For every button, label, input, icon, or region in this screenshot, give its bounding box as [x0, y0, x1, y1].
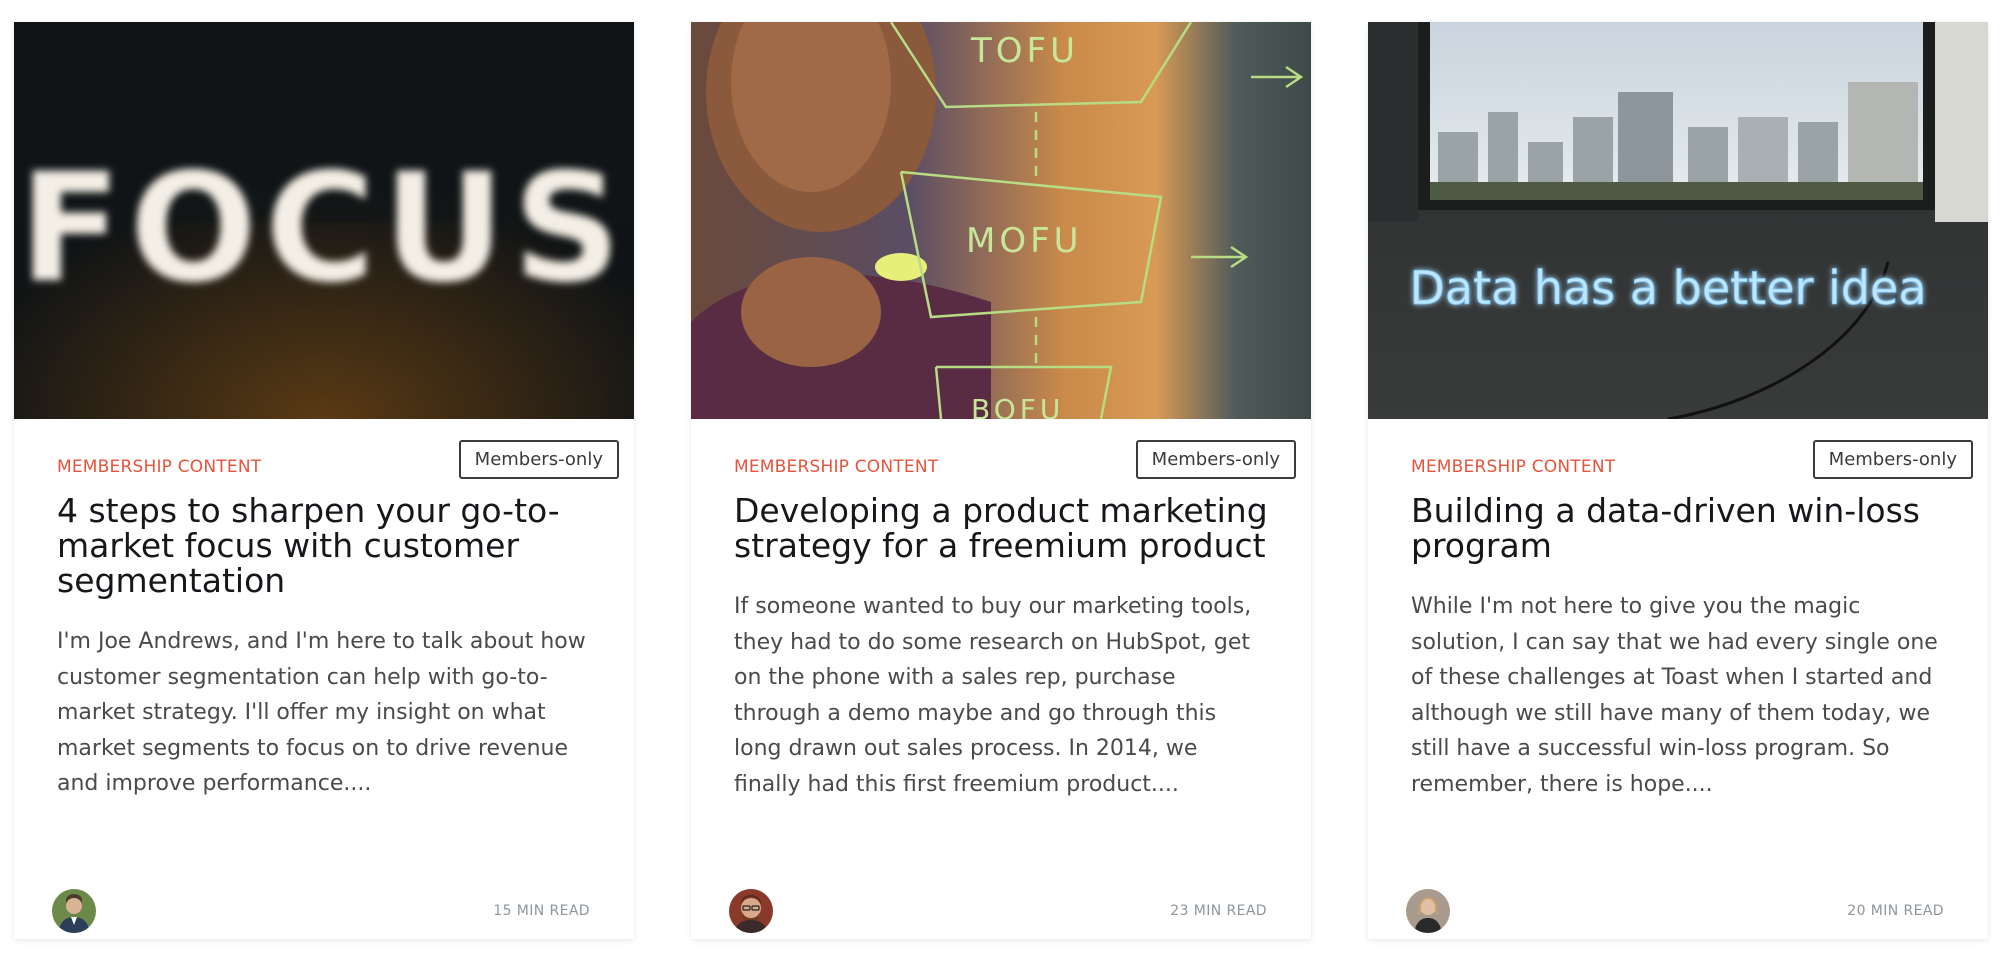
post-card[interactable]: TOFU MOFU BOFU MEMBERSHIP CONTENT Member…	[691, 22, 1311, 939]
image-text-tofu: TOFU	[970, 31, 1079, 71]
image-text-bofu: BOFU	[971, 393, 1064, 419]
post-title[interactable]: Building a data-driven win-loss program	[1411, 493, 1948, 563]
author-avatar[interactable]	[52, 889, 96, 933]
author-avatar[interactable]	[729, 889, 773, 933]
post-card[interactable]: FOCUS MEMBERSHIP CONTENT Members-only 4 …	[14, 22, 634, 939]
primary-tag[interactable]: MEMBERSHIP CONTENT	[734, 457, 938, 477]
members-only-badge: Members-only	[1812, 440, 1973, 479]
image-text-neon: Data has a better idea	[1409, 261, 1926, 315]
post-feed: FOCUS MEMBERSHIP CONTENT Members-only 4 …	[14, 22, 1988, 939]
members-only-badge: Members-only	[1135, 440, 1296, 479]
image-text-mofu: MOFU	[966, 221, 1083, 261]
post-card[interactable]: Data has a better idea MEMBERSHIP CONTEN…	[1368, 22, 1988, 939]
post-excerpt: While I'm not here to give you the magic…	[1411, 594, 1938, 797]
card-footer: 15 MIN READ	[52, 889, 590, 935]
primary-tag[interactable]: MEMBERSHIP CONTENT	[1411, 457, 1615, 477]
post-excerpt: If someone wanted to buy our marketing t…	[734, 594, 1252, 797]
card-footer: 20 MIN READ	[1406, 889, 1944, 935]
primary-tag[interactable]: MEMBERSHIP CONTENT	[57, 457, 261, 477]
reading-time: 23 MIN READ	[1170, 903, 1267, 919]
image-text-focus: FOCUS	[19, 142, 629, 316]
post-title[interactable]: 4 steps to sharpen your go-to-market foc…	[57, 493, 594, 598]
reading-time: 15 MIN READ	[493, 903, 590, 919]
card-footer: 23 MIN READ	[729, 889, 1267, 935]
author-avatar[interactable]	[1406, 889, 1450, 933]
post-image-data-neon[interactable]: Data has a better idea	[1368, 22, 1988, 419]
post-title[interactable]: Developing a product marketing strategy …	[734, 493, 1271, 563]
post-image-funnel[interactable]: TOFU MOFU BOFU	[691, 22, 1311, 419]
post-image-focus[interactable]: FOCUS	[14, 22, 634, 419]
members-only-badge: Members-only	[458, 440, 619, 479]
reading-time: 20 MIN READ	[1847, 903, 1944, 919]
post-excerpt: I'm Joe Andrews, and I'm here to talk ab…	[57, 629, 586, 796]
